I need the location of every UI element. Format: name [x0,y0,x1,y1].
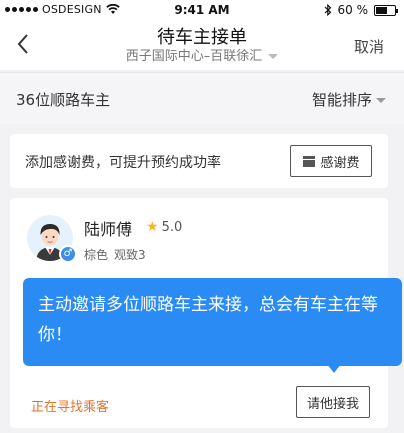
caret-down-icon [268,54,279,59]
status-text: 正在寻找乘客 [31,400,110,415]
thanks-fee-button-label: 感谢费 [320,155,360,171]
battery-percent: 60 % [337,3,369,17]
sort-dropdown[interactable]: 智能排序 [312,89,386,110]
bluetooth-icon [324,4,331,16]
thanks-fee-card: 添加感谢费，可提升预约成功率 感谢费 [10,134,388,188]
driver-name: 陆师傅 [84,220,133,239]
battery-icon [374,4,398,16]
driver-rating: ★ 5.0 [146,219,182,235]
thanks-fee-hint: 添加感谢费，可提升预约成功率 [25,155,221,171]
rating-value: 5.0 [161,219,183,235]
wallet-icon [303,156,316,167]
thanks-fee-button[interactable]: 感谢费 [290,145,372,177]
sort-label: 智能排序 [311,91,372,109]
route-selector[interactable]: 西子国际中心–百联徐汇 [0,45,404,64]
star-icon: ★ [146,219,159,235]
status-bar: OSDESIGN 9:41 AM 60 % [0,0,404,20]
nav-bar: 待车主接单 西子国际中心–百联徐汇 取消 [0,20,404,70]
tooltip-text: 主动邀请多位顺路车主来接，总会有车主在等你！ [38,295,378,345]
drivers-count: 36位顺路车主 [16,91,111,109]
car-info: 棕色 观致3 [84,246,146,263]
tooltip-arrow [327,364,341,373]
invite-driver-button[interactable]: 请他接我 [296,386,370,418]
invite-tooltip[interactable]: 主动邀请多位顺路车主来接，总会有车主在等你！ [23,278,402,366]
route-text: 西子国际中心–百联徐汇 [125,49,263,64]
status-right: 60 % [324,3,398,17]
car-color: 棕色 [84,248,109,262]
drivers-row: 36位顺路车主 智能排序 [0,72,404,124]
cancel-button[interactable]: 取消 [354,36,384,57]
caret-down-icon [376,98,386,103]
car-model: 观致3 [114,248,146,262]
male-gender-icon: ♂ [59,245,77,263]
